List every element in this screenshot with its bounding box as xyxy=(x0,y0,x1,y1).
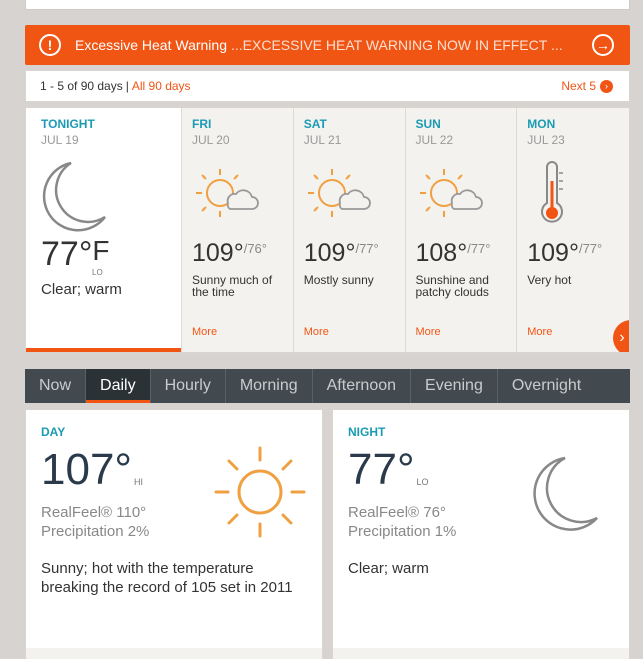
chevron-right-icon: › xyxy=(600,79,613,93)
sun-cloud-icon xyxy=(192,157,293,235)
card-description: Sunny; hot with the temperature breaking… xyxy=(41,560,293,596)
hi-temp: 109° xyxy=(527,239,579,267)
tab-now[interactable]: Now xyxy=(25,369,87,403)
alert-detail: ...EXCESSIVE HEAT WARNING NOW IN EFFECT … xyxy=(230,37,563,53)
day-phrase: Sunshine and patchy clouds xyxy=(415,273,489,299)
day-phrase: Mostly sunny xyxy=(303,273,374,287)
sun-cloud-icon xyxy=(304,157,405,235)
hi-temp: 108° xyxy=(415,239,468,267)
tab-morning[interactable]: Morning xyxy=(226,369,313,403)
day-temp: 109°/77° xyxy=(304,239,405,268)
heat-warning-alert[interactable]: ! Excessive Heat Warning ...EXCESSIVE HE… xyxy=(25,25,630,65)
day-date: JUL 23 xyxy=(527,133,565,147)
day-phrase: Clear; warm xyxy=(41,281,122,298)
tab-hourly[interactable]: Hourly xyxy=(151,369,226,403)
more-link[interactable]: More xyxy=(416,326,441,338)
temp-unit: F xyxy=(92,235,110,266)
hi-temp: 109° xyxy=(303,239,356,267)
day-phrase: Sunny much of the time xyxy=(192,273,273,299)
day-name: SAT xyxy=(303,117,327,131)
arrow-right-icon[interactable]: → xyxy=(592,34,614,56)
pager-separator: | xyxy=(125,79,129,93)
more-link[interactable]: More xyxy=(192,326,217,338)
sun-cloud-icon xyxy=(416,157,517,235)
moon-icon xyxy=(531,454,601,543)
top-panel-edge xyxy=(25,0,630,10)
lo-temp: /77° xyxy=(467,241,491,256)
alert-icon: ! xyxy=(39,34,61,56)
day-temp: 109°/77° xyxy=(527,239,629,268)
day-phrase: Very hot xyxy=(527,273,572,287)
day-date: JUL 19 xyxy=(41,133,79,147)
lo-label: LO xyxy=(416,477,429,487)
next-5-label: Next 5 xyxy=(561,79,596,93)
hi-temp: 109° xyxy=(192,239,244,267)
card-footer xyxy=(26,648,322,659)
day-temp: 77° F xyxy=(41,235,181,274)
all-days-link[interactable]: All 90 days xyxy=(132,79,191,93)
forecast-day-fri[interactable]: FRI JUL 20 109°/76° Sunny much of the ti… xyxy=(182,108,294,352)
card-label: NIGHT xyxy=(348,425,386,439)
card-footer xyxy=(333,648,629,659)
alert-title: Excessive Heat Warning xyxy=(75,37,227,53)
tab-overnight[interactable]: Overnight xyxy=(498,369,595,403)
lo-label: LO xyxy=(92,268,103,277)
day-date: JUL 20 xyxy=(192,133,230,147)
period-tabs: Now Daily Hourly Morning Afternoon Eveni… xyxy=(25,369,630,403)
night-detail-card: NIGHT 77° LO RealFeel® 76° Precipitation … xyxy=(332,409,630,659)
day-name: SUN xyxy=(415,117,441,131)
day-detail-card: DAY 107° HI RealFeel® 110° Precipitation … xyxy=(25,409,323,659)
tab-afternoon[interactable]: Afternoon xyxy=(313,369,412,403)
lo-temp: /77° xyxy=(355,241,379,256)
thermometer-icon xyxy=(527,157,629,235)
card-temp-value: 77° xyxy=(348,445,415,494)
more-link[interactable]: More xyxy=(527,326,552,338)
more-link[interactable]: More xyxy=(304,326,329,338)
forecast-day-sun[interactable]: SUN JUL 22 108°/77° Sunshine and patchy … xyxy=(406,108,518,352)
lo-temp: /76° xyxy=(243,241,267,256)
sun-icon xyxy=(212,444,308,545)
day-temp: 109°/76° xyxy=(192,239,293,268)
forecast-day-sat[interactable]: SAT JUL 21 109°/77° Mostly sunny More xyxy=(294,108,406,352)
forecast-pager: 1 - 5 of 90 days | All 90 days Next 5 › xyxy=(25,70,630,102)
tab-evening[interactable]: Evening xyxy=(411,369,498,403)
day-name: FRI xyxy=(192,117,212,131)
hi-label: HI xyxy=(134,477,144,487)
card-temp-value: 107° xyxy=(41,445,133,494)
hi-temp: 77° xyxy=(41,235,93,273)
day-date: JUL 22 xyxy=(415,133,454,147)
range-text: 1 - 5 of 90 days xyxy=(40,79,123,93)
five-day-forecast: TONIGHT JUL 19 77° F LO Clear; warm FRI J… xyxy=(25,107,630,353)
lo-temp: /77° xyxy=(578,241,603,256)
card-description: Clear; warm xyxy=(348,560,429,577)
day-temp: 108°/77° xyxy=(416,239,517,268)
forecast-day-tonight[interactable]: TONIGHT JUL 19 77° F LO Clear; warm xyxy=(26,108,182,352)
next-5-link[interactable]: Next 5 › xyxy=(561,79,613,93)
day-date: JUL 21 xyxy=(303,133,342,147)
day-name: MON xyxy=(527,117,556,131)
moon-icon xyxy=(41,157,181,235)
forecast-day-mon[interactable]: MON JUL 23 109°/77° Very hot More xyxy=(517,108,629,352)
tab-daily[interactable]: Daily xyxy=(86,369,151,403)
card-label: DAY xyxy=(41,425,66,439)
day-name: TONIGHT xyxy=(41,117,95,131)
